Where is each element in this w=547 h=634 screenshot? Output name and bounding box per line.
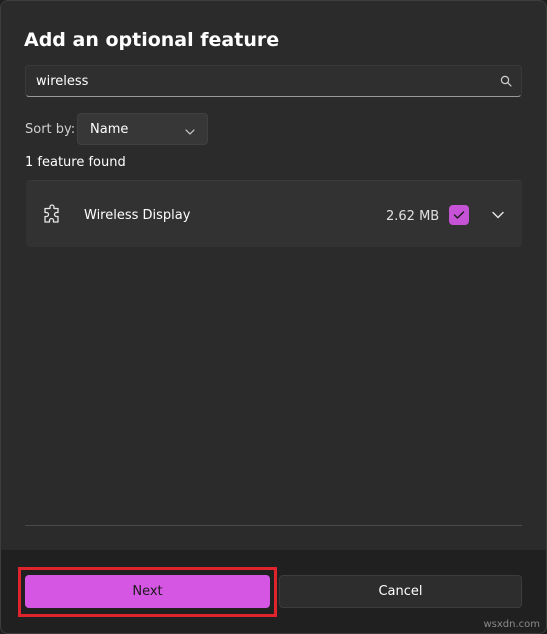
feature-checkbox[interactable] (449, 205, 469, 225)
expand-chevron-icon[interactable] (488, 205, 508, 225)
feature-size: 2.62 MB (386, 209, 440, 224)
puzzle-icon (42, 204, 64, 226)
cancel-button[interactable]: Cancel (279, 575, 522, 608)
checkmark-icon (453, 211, 465, 219)
sort-dropdown[interactable]: Name (77, 113, 208, 145)
dialog-title: Add an optional feature (24, 29, 280, 51)
divider (25, 525, 522, 526)
search-box[interactable] (25, 65, 522, 97)
watermark: wsxdn.com (483, 619, 540, 630)
search-input[interactable] (26, 66, 491, 96)
next-button[interactable]: Next (25, 575, 270, 608)
results-count: 1 feature found (25, 155, 126, 170)
optional-feature-dialog: Add an optional feature Sort by: Name 1 … (0, 0, 547, 634)
sort-label: Sort by: (25, 122, 76, 137)
sort-value: Name (90, 121, 129, 137)
feature-row-wireless-display[interactable]: Wireless Display 2.62 MB (26, 180, 522, 247)
search-icon[interactable] (491, 66, 521, 96)
chevron-down-icon (185, 120, 195, 139)
feature-name: Wireless Display (84, 208, 191, 223)
